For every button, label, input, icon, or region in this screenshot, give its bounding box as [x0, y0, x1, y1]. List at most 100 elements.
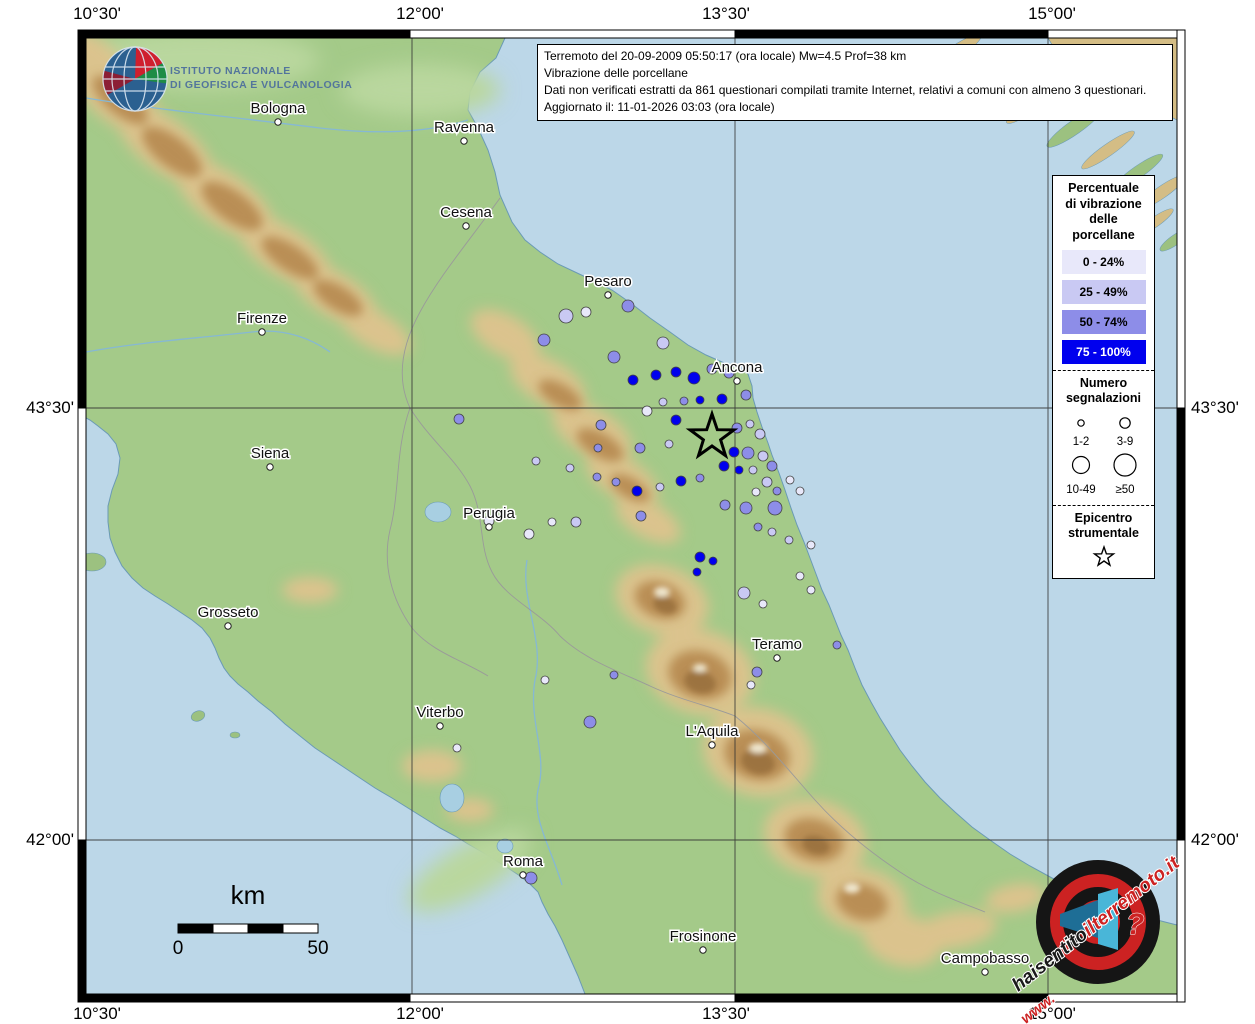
- intensity-point: [796, 572, 804, 580]
- intensity-point: [571, 517, 581, 527]
- intensity-point: [719, 461, 729, 471]
- epicenter-star-icon: [1089, 544, 1119, 572]
- lat-label-right-0: 43°30': [1191, 398, 1239, 418]
- legend-title-line: Percentuale: [1056, 181, 1151, 197]
- legend-epicenter-title: strumentale: [1056, 526, 1151, 542]
- legend-count-section: Numero segnalazioni 1-2 3-9 10-49 ≥50: [1053, 370, 1154, 505]
- intensity-point: [680, 397, 688, 405]
- event-effect: Vibrazione delle porcellane: [544, 65, 1166, 82]
- city-label: Viterbo: [416, 704, 463, 721]
- intensity-point: [759, 600, 767, 608]
- intensity-point: [671, 415, 681, 425]
- intensity-point: [688, 372, 700, 384]
- intensity-point: [742, 447, 754, 459]
- intensity-point: [720, 500, 730, 510]
- city-label: Teramo: [752, 636, 802, 653]
- intensity-point: [696, 474, 704, 482]
- intensity-point: [676, 476, 686, 486]
- scalebar-start: 0: [173, 938, 184, 960]
- event-title: Terremoto del 20-09-2009 05:50:17 (ora l…: [544, 48, 1166, 65]
- intensity-point: [768, 528, 776, 536]
- intensity-point: [548, 518, 556, 526]
- city-label: Ancona: [712, 359, 764, 376]
- city-label: Cesena: [440, 204, 492, 221]
- intensity-point: [767, 461, 777, 471]
- haisentitoilterremoto-logo: ? haisentitoilterremoto.it www.: [998, 838, 1218, 1018]
- question-mark-icon: ?: [1126, 908, 1144, 941]
- city-dot: [709, 742, 715, 748]
- city-dot: [520, 872, 526, 878]
- lon-label-bottom-1: 12°00': [396, 1004, 444, 1024]
- legend-swatch-25-49: 25 - 49%: [1062, 280, 1146, 304]
- intensity-point: [735, 466, 743, 474]
- intensity-point: [584, 716, 596, 728]
- intensity-point: [758, 451, 768, 461]
- legend-title-line: porcellane: [1056, 228, 1151, 244]
- lat-label-left-0: 43°30': [2, 398, 74, 418]
- intensity-point: [740, 502, 752, 514]
- intensity-point: [729, 447, 739, 457]
- event-info-box: Terremoto del 20-09-2009 05:50:17 (ora l…: [537, 44, 1173, 121]
- intensity-point: [608, 351, 620, 363]
- intensity-point: [755, 429, 765, 439]
- intensity-point: [752, 667, 762, 677]
- intensity-point: [454, 414, 464, 424]
- intensity-point: [566, 464, 574, 472]
- intensity-point: [717, 394, 727, 404]
- city-dot: [437, 723, 443, 729]
- svg-text:10-49: 10-49: [1066, 484, 1095, 496]
- legend-percent-section: Percentuale di vibrazione delle porcella…: [1053, 176, 1154, 370]
- intensity-point: [749, 466, 757, 474]
- city-label: Grosseto: [198, 604, 259, 621]
- intensity-point: [659, 398, 667, 406]
- city-label: Perugia: [463, 505, 515, 522]
- ingv-name-line1: ISTITUTO NAZIONALE: [170, 65, 291, 77]
- intensity-point: [532, 457, 540, 465]
- city-dot: [267, 464, 273, 470]
- intensity-point: [453, 744, 461, 752]
- intensity-point: [696, 396, 704, 404]
- intensity-point: [642, 406, 652, 416]
- intensity-point: [538, 334, 550, 346]
- legend: Percentuale di vibrazione delle porcella…: [1052, 175, 1155, 579]
- legend-title-line: di vibrazione: [1056, 197, 1151, 213]
- scalebar-end: 50: [307, 938, 328, 960]
- ingv-name-line2: DI GEOFISICA E VULCANOLOGIA: [170, 79, 352, 91]
- intensity-point: [709, 557, 717, 565]
- intensity-point: [747, 681, 755, 689]
- legend-title-line: delle: [1056, 212, 1151, 228]
- svg-text:≥50: ≥50: [1115, 484, 1134, 496]
- intensity-point: [807, 586, 815, 594]
- intensity-point: [559, 309, 573, 323]
- intensity-point: [807, 541, 815, 549]
- intensity-point: [754, 523, 762, 531]
- city-dot: [461, 138, 467, 144]
- intensity-point: [525, 872, 537, 884]
- city-dot: [486, 524, 492, 530]
- city-label: L'Aquila: [686, 723, 740, 740]
- event-note: Dati non verificati estratti da 861 ques…: [544, 82, 1166, 99]
- city-label: Pesaro: [584, 273, 632, 290]
- intensity-point: [773, 487, 781, 495]
- lon-label-top-1: 12°00': [396, 4, 444, 24]
- intensity-point: [581, 307, 591, 317]
- intensity-point: [746, 420, 754, 428]
- intensity-point: [695, 552, 705, 562]
- intensity-point: [610, 671, 618, 679]
- city-label: Ravenna: [434, 119, 495, 136]
- intensity-point: [768, 501, 782, 515]
- lon-label-top-3: 15°00': [1028, 4, 1076, 24]
- intensity-point: [741, 390, 751, 400]
- svg-text:1-2: 1-2: [1072, 436, 1089, 448]
- svg-text:3-9: 3-9: [1116, 436, 1133, 448]
- city-label: Roma: [503, 853, 544, 870]
- intensity-point: [524, 529, 534, 539]
- intensity-point: [752, 488, 760, 496]
- legend-epicenter-section: Epicentro strumentale: [1053, 505, 1154, 578]
- intensity-point: [622, 300, 634, 312]
- intensity-point: [693, 568, 701, 576]
- city-dot: [225, 623, 231, 629]
- intensity-point: [635, 443, 645, 453]
- intensity-point: [593, 473, 601, 481]
- city-label: Siena: [251, 445, 290, 462]
